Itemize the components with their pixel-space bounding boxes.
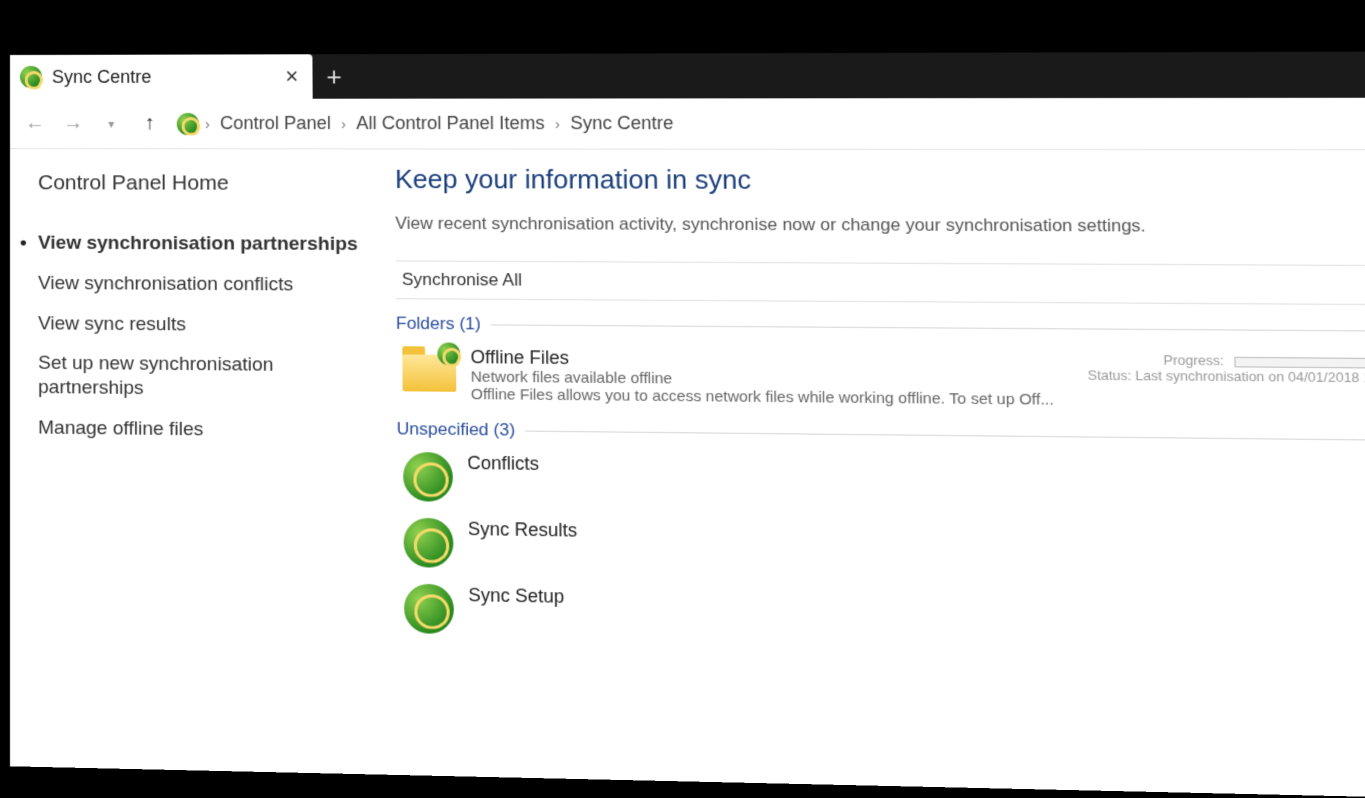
page-title: Keep your information in sync: [395, 164, 1365, 198]
close-icon[interactable]: ×: [285, 63, 298, 89]
progress-label: Progress:: [1163, 352, 1224, 368]
sidebar-item-setup-partnerships[interactable]: Set up new synchronisation partnerships: [38, 344, 368, 411]
breadcrumb: › Control Panel › All Control Panel Item…: [171, 111, 678, 137]
new-tab-button[interactable]: +: [312, 54, 355, 99]
group-header-folders[interactable]: Folders (1): [396, 313, 1365, 341]
main-panel: Keep your information in sync View recen…: [385, 149, 1365, 798]
synchronise-all-button[interactable]: Synchronise All: [402, 270, 522, 290]
folder-icon: [402, 346, 456, 392]
divider: [491, 324, 1365, 331]
status-value: Last synchronisation on 04/01/2018 15:02: [1135, 368, 1365, 386]
titlebar: Sync Centre × +: [10, 52, 1365, 99]
page-description: View recent synchronisation activity, sy…: [395, 214, 1365, 238]
navbar: ← → ▾ ↑ › Control Panel › All Control Pa…: [10, 98, 1365, 151]
sync-icon: [403, 452, 453, 502]
nav-recent-dropdown[interactable]: ▾: [94, 106, 128, 140]
sidebar-item-view-conflicts[interactable]: View synchronisation conflicts: [38, 264, 367, 306]
tab-sync-centre[interactable]: Sync Centre ×: [10, 54, 313, 99]
sync-icon: [20, 66, 42, 88]
sync-icon: [403, 518, 453, 568]
sidebar-home-link[interactable]: Control Panel Home: [38, 171, 366, 196]
item-name: Sync Results: [468, 519, 578, 542]
sidebar-item-view-partnerships[interactable]: View synchronisation partnerships: [38, 223, 367, 265]
item-text: Offline Files Network files available of…: [470, 347, 1054, 409]
crumb-control-panel[interactable]: Control Panel: [216, 111, 335, 136]
sync-centre-window: Sync Centre × + ← → ▾ ↑ › Control Panel …: [10, 52, 1365, 798]
list-item-sync-setup[interactable]: Sync Setup: [398, 577, 1365, 661]
divider: [525, 430, 1365, 440]
chevron-right-icon: ›: [555, 115, 560, 131]
group-header-label: Unspecified (3): [397, 419, 516, 441]
sync-icon: [437, 342, 460, 365]
list-item-offline-files[interactable]: Offline Files Network files available of…: [396, 340, 1365, 423]
crumb-all-items[interactable]: All Control Panel Items: [352, 111, 549, 137]
sync-icon: [404, 584, 454, 634]
nav-back-button[interactable]: ←: [18, 106, 52, 140]
item-status: Progress: Status: Last synchronisation o…: [1087, 351, 1365, 385]
sidebar-item-manage-offline[interactable]: Manage offline files: [38, 408, 368, 452]
progress-bar: [1234, 356, 1365, 368]
chevron-right-icon: ›: [205, 115, 210, 131]
sidebar: Control Panel Home View synchronisation …: [10, 149, 389, 775]
item-name: Conflicts: [467, 453, 539, 475]
sync-icon: [177, 112, 199, 134]
group-header-unspecified[interactable]: Unspecified (3): [397, 419, 1365, 450]
nav-up-button[interactable]: ↑: [132, 106, 166, 140]
status-label: Status:: [1088, 367, 1132, 383]
tab-title: Sync Centre: [52, 66, 152, 87]
sidebar-item-view-results[interactable]: View sync results: [38, 304, 367, 347]
nav-forward-button[interactable]: →: [56, 106, 90, 140]
group-header-label: Folders (1): [396, 313, 481, 334]
toolbar: Synchronise All: [396, 260, 1365, 305]
body: Control Panel Home View synchronisation …: [10, 149, 1365, 798]
crumb-sync-centre[interactable]: Sync Centre: [566, 111, 678, 137]
item-name: Sync Setup: [468, 585, 564, 608]
chevron-right-icon: ›: [341, 115, 346, 131]
